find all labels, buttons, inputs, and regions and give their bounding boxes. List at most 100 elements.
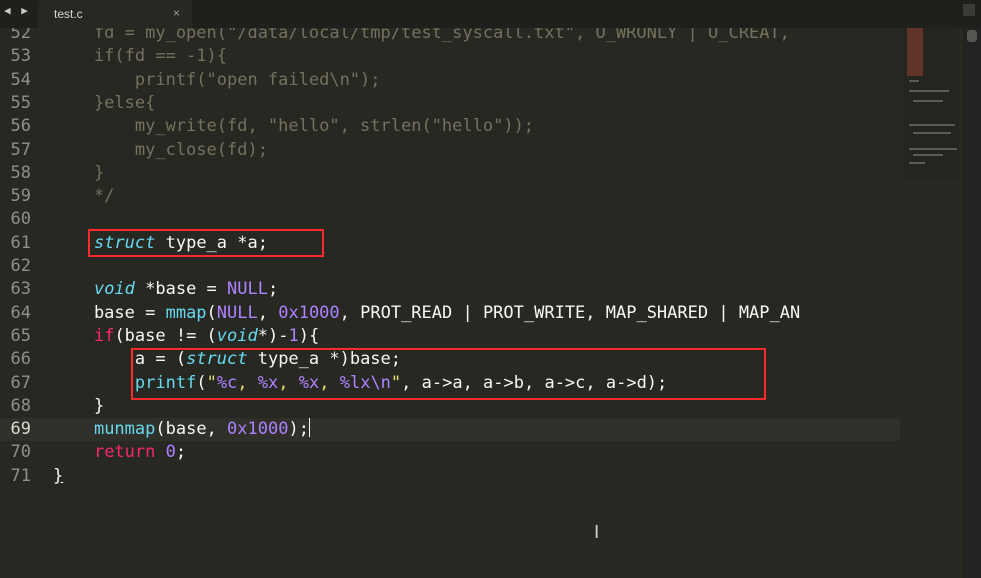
code-token: NULL <box>227 279 268 300</box>
line-number: 69 <box>10 419 31 440</box>
code-text: if(fd == -1){ <box>53 45 227 68</box>
minimap-line <box>909 124 955 126</box>
code-token: base = <box>53 302 166 323</box>
code-line[interactable]: 70 return 0; <box>0 441 900 464</box>
code-line[interactable]: 52 fd = my_open("/data/local/tmp/test_sy… <box>0 28 900 45</box>
code-line[interactable]: 65 if(base != (void*)-1){ <box>0 325 900 348</box>
line-number: 68 <box>10 395 31 416</box>
code-token: 0 <box>165 442 176 463</box>
code-editor[interactable]: 52 fd = my_open("/data/local/tmp/test_sy… <box>0 28 900 578</box>
code-text: } <box>53 465 63 488</box>
code-token: printf("open failed\n"); <box>53 69 381 90</box>
minimap-line <box>913 154 943 156</box>
code-line[interactable]: 63 void *base = NULL; <box>0 278 900 301</box>
code-token: (base != ( <box>114 325 217 346</box>
code-token: ){ <box>298 325 320 346</box>
line-number: 71 <box>10 465 31 486</box>
code-token: munmap <box>93 419 156 440</box>
code-line[interactable]: 60 <box>0 208 900 231</box>
minimap-line <box>909 90 949 92</box>
highlight-box-struct-decl <box>88 229 324 257</box>
code-token: return <box>93 442 156 463</box>
code-token: if <box>93 325 115 346</box>
code-token: , <box>257 302 279 323</box>
code-token: *base = <box>134 279 228 300</box>
code-line[interactable]: 58 } <box>0 162 900 185</box>
code-token: fd = my_open("/data/local/tmp/test_sysca… <box>53 28 790 43</box>
code-text: */ <box>53 185 114 208</box>
code-text: if(base != (void*)-1){ <box>53 325 319 348</box>
code-text: base = mmap(NULL, 0x1000, PROT_READ | PR… <box>53 302 800 325</box>
tab-bar: ◀ ▶ test.c × <box>0 0 981 28</box>
code-token: 0x1000 <box>227 419 289 440</box>
line-number: 55 <box>10 92 31 113</box>
code-line[interactable]: 53 if(fd == -1){ <box>0 45 900 68</box>
line-number: 66 <box>10 349 31 370</box>
vertical-scrollbar[interactable] <box>963 28 981 578</box>
code-line[interactable]: 71} <box>0 465 900 488</box>
code-token: *)- <box>257 325 289 346</box>
code-token: }else{ <box>53 92 156 113</box>
code-token: void <box>216 325 258 346</box>
code-token: NULL <box>216 302 258 323</box>
tab-close-icon[interactable]: × <box>173 6 180 20</box>
tab-menu-icon[interactable] <box>963 4 975 16</box>
line-number: 58 <box>10 162 31 183</box>
highlight-box-cast-printf <box>131 348 766 400</box>
line-number: 60 <box>10 209 31 230</box>
code-token: 0x1000 <box>278 302 340 323</box>
tab-scroll-arrows-icon[interactable]: ◀ ▶ <box>4 4 30 17</box>
code-line[interactable]: 57 my_close(fd); <box>0 139 900 162</box>
code-text: void *base = NULL; <box>53 278 278 301</box>
line-number: 53 <box>10 46 31 67</box>
code-line[interactable]: 55 }else{ <box>0 92 900 115</box>
line-number: 70 <box>10 442 31 463</box>
text-cursor <box>308 418 310 438</box>
code-token: if(fd == -1){ <box>53 46 227 67</box>
code-line[interactable]: 59 */ <box>0 185 900 208</box>
scrollbar-thumb[interactable] <box>967 30 977 42</box>
code-token: } <box>53 395 105 416</box>
code-line[interactable]: 62 <box>0 255 900 278</box>
code-text: } <box>53 395 104 418</box>
code-line[interactable]: 56 my_write(fd, "hello", strlen("hello")… <box>0 115 900 138</box>
tab-test-c[interactable]: test.c × <box>38 0 192 28</box>
code-token: } <box>53 162 105 183</box>
code-token: my_close(fd); <box>53 139 268 160</box>
code-token: (base, <box>155 419 228 440</box>
code-line[interactable]: 64 base = mmap(NULL, 0x1000, PROT_READ |… <box>0 302 900 325</box>
tab-title: test.c <box>54 7 83 21</box>
minimap-line <box>909 162 925 164</box>
code-line[interactable]: 54 printf("open failed\n"); <box>0 69 900 92</box>
code-token: my_write(fd, "hello", strlen("hello")); <box>53 116 535 137</box>
code-text: return 0; <box>53 441 186 464</box>
code-token: } <box>53 465 64 486</box>
line-number: 57 <box>10 139 31 160</box>
code-token: ( <box>206 302 217 323</box>
minimap-accent <box>907 28 923 76</box>
minimap-line <box>913 100 943 102</box>
line-number: 52 <box>10 28 31 43</box>
line-number: 65 <box>10 325 31 346</box>
minimap[interactable] <box>903 28 959 178</box>
code-text: } <box>53 162 104 185</box>
mouse-ibeam-icon: I <box>594 522 600 543</box>
code-token: 1 <box>288 325 299 346</box>
code-token: ; <box>175 442 187 463</box>
code-text: my_close(fd); <box>53 139 268 162</box>
code-line[interactable]: 69 munmap(base, 0x1000); <box>0 418 900 442</box>
line-number: 56 <box>10 116 31 137</box>
code-token: mmap <box>165 302 207 323</box>
minimap-line <box>909 80 919 82</box>
line-number: 64 <box>10 302 31 323</box>
line-number: 62 <box>10 256 31 276</box>
minimap-line <box>913 132 951 134</box>
code-token: ); <box>288 419 309 440</box>
code-text: printf("open failed\n"); <box>53 69 381 92</box>
code-text: my_write(fd, "hello", strlen("hello")); <box>53 115 534 138</box>
line-number: 61 <box>10 232 31 253</box>
